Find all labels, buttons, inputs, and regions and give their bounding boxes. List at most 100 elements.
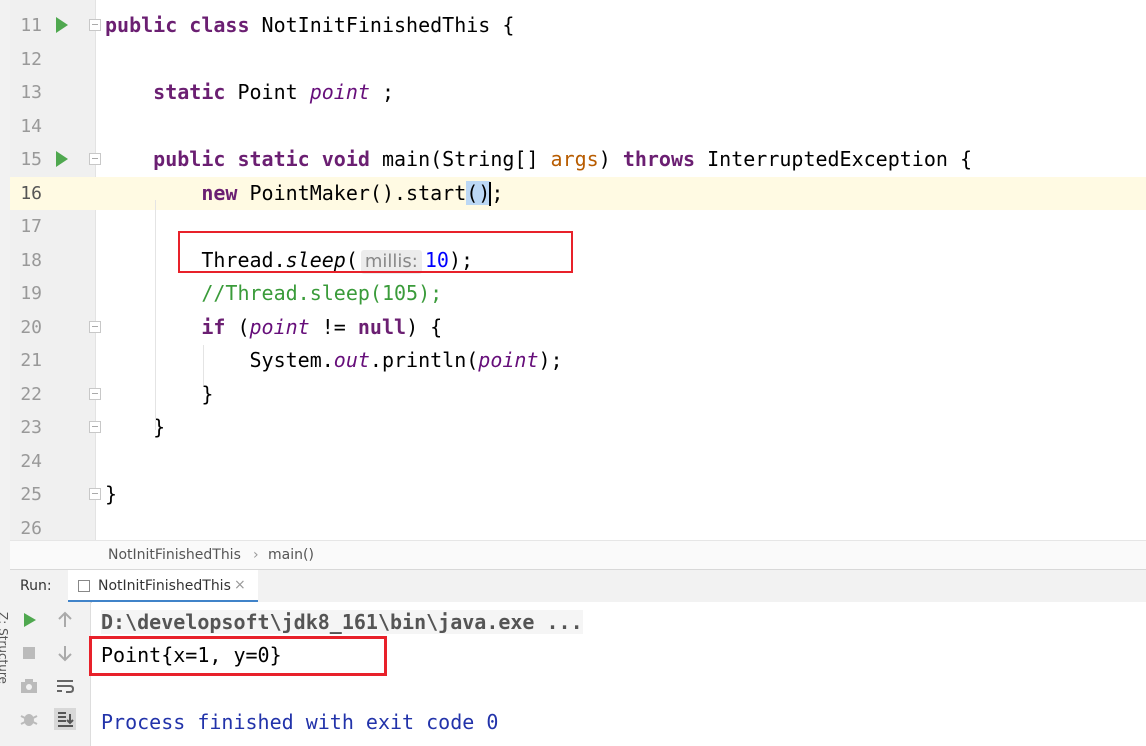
code-token: null [357, 314, 407, 339]
code-token: ( [237, 314, 250, 339]
code-line[interactable]: 14 [10, 110, 1146, 144]
breadcrumb-method[interactable]: main() [268, 547, 314, 563]
soft-wrap-icon[interactable] [54, 675, 76, 697]
code-line[interactable]: 26 [10, 512, 1146, 541]
code-token: NotInitFinishedThis { [261, 13, 515, 37]
arrow-up-icon[interactable] [54, 609, 76, 631]
run-label: Run: [20, 578, 52, 594]
code-line[interactable]: 15 public static void main(String[] args… [10, 143, 1146, 177]
code-line[interactable]: 20 if (point != null) { [10, 311, 1146, 345]
highlight-box-sleep [178, 231, 573, 273]
code-token: Point [237, 80, 310, 104]
code-line[interactable]: 21 System.out.println(point); [10, 344, 1146, 378]
code-token: static [237, 147, 322, 171]
indent-guide [155, 200, 156, 430]
code-token: ); [538, 348, 563, 372]
code-token: args [550, 147, 599, 171]
fold-icon[interactable] [89, 387, 101, 400]
line-number: 14 [20, 115, 42, 137]
stop-icon[interactable] [18, 642, 40, 664]
code-line[interactable]: 24 [10, 445, 1146, 479]
breadcrumb-separator: › [253, 547, 259, 563]
camera-icon[interactable] [18, 675, 40, 697]
code-token: throws [622, 147, 708, 171]
line-number: 15 [20, 149, 42, 170]
code-token: public [105, 13, 190, 37]
code-line[interactable]: 19 //Thread.sleep(105); [10, 277, 1146, 311]
close-icon[interactable]: × [234, 577, 246, 593]
code-token: } [105, 381, 214, 406]
code-line[interactable]: 23 } [10, 411, 1146, 445]
line-number: 22 [20, 383, 42, 405]
code-token: } [105, 482, 118, 506]
breadcrumb: NotInitFinishedThis › main() [10, 540, 1146, 569]
code-editor[interactable]: 11 public class NotInitFinishedThis { 12 13… [10, 0, 1146, 540]
tab-run-config[interactable]: NotInitFinishedThis × [68, 570, 258, 602]
code-token: PointMaker().start [249, 180, 467, 205]
line-number: 12 [20, 48, 42, 70]
line-number: 11 [20, 15, 42, 36]
console-output[interactable]: D:\developsoft\jdk8_161\bin\java.exe ...… [89, 602, 1146, 746]
fold-icon[interactable] [89, 320, 101, 333]
breadcrumb-class[interactable]: NotInitFinishedThis [108, 547, 241, 563]
code-line[interactable]: 12 [10, 43, 1146, 77]
code-text: } [105, 378, 213, 412]
code-line[interactable]: 25} [10, 478, 1146, 512]
code-token: point [249, 314, 310, 339]
run-toolbar [10, 602, 91, 746]
highlight-box-output [89, 636, 387, 676]
line-number: 25 [20, 484, 42, 505]
code-token: ; [491, 180, 504, 205]
code-token: InterruptedException { [707, 147, 973, 171]
code-line[interactable]: 16 new PointMaker().start(); [10, 176, 1146, 210]
console-exit-line: Process finished with exit code 0 [101, 710, 499, 734]
fold-icon[interactable] [89, 153, 101, 165]
code-line[interactable]: 13 static Point point ; [10, 76, 1146, 110]
run-icon[interactable] [56, 151, 68, 167]
line-number: 24 [20, 450, 42, 472]
line-number: 23 [20, 417, 42, 438]
code-token: point [478, 348, 539, 372]
code-token: new [105, 180, 250, 205]
code-text: } [105, 478, 117, 512]
line-number: 20 [20, 316, 42, 338]
code-token: main(String[] [381, 147, 551, 171]
run-panel-header: Run: NotInitFinishedThis × [10, 569, 1146, 603]
line-number: 13 [20, 82, 42, 103]
code-token: != [309, 314, 358, 339]
arrow-down-icon[interactable] [54, 642, 76, 664]
line-number: 26 [20, 517, 42, 539]
code-text: System.out.println(point); [105, 344, 563, 378]
line-number: 21 [20, 350, 42, 371]
code-token: ) [598, 147, 623, 171]
code-text: public class NotInitFinishedThis { [105, 9, 514, 43]
debug-icon[interactable] [18, 708, 40, 730]
code-line[interactable]: 22 } [10, 378, 1146, 412]
code-token: class [189, 13, 262, 37]
line-number: 17 [20, 216, 42, 237]
fold-icon[interactable] [89, 488, 101, 500]
fold-icon[interactable] [89, 421, 101, 433]
code-token: ; [369, 80, 395, 104]
run-config-icon [78, 580, 90, 592]
code-token: out [333, 348, 370, 372]
fold-icon[interactable] [89, 19, 101, 31]
code-text: static Point point ; [105, 76, 394, 110]
line-number: 18 [20, 249, 42, 271]
console-command-line: D:\developsoft\jdk8_161\bin\java.exe ... [101, 610, 583, 634]
rerun-icon[interactable] [18, 609, 40, 631]
structure-label: Z: Structure [0, 612, 10, 684]
code-token: if [105, 314, 238, 339]
run-icon[interactable] [56, 17, 68, 33]
code-token: ) { [406, 314, 443, 339]
code-token: static [105, 80, 238, 104]
scroll-to-end-icon[interactable] [54, 708, 76, 730]
indent-guide [203, 345, 204, 385]
code-line[interactable]: 11 public class NotInitFinishedThis { [10, 9, 1146, 43]
line-number: 16 [20, 182, 42, 204]
code-text: } [105, 411, 165, 445]
line-number: 19 [20, 283, 42, 304]
code-token: .println( [369, 348, 479, 372]
code-token: System. [105, 348, 334, 372]
code-token: () [466, 180, 491, 205]
